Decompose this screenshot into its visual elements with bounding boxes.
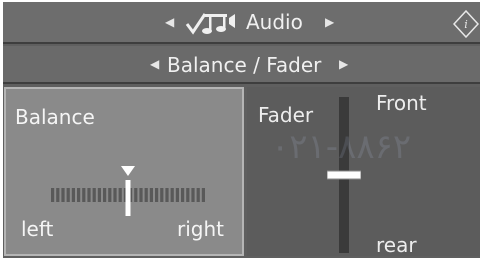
- fader-slider[interactable]: [327, 97, 361, 253]
- svg-text:i: i: [464, 18, 468, 31]
- balance-tick: [201, 188, 205, 202]
- sub-next-arrow-icon[interactable]: ▶: [339, 57, 348, 71]
- balance-tick: [66, 188, 70, 202]
- header-bar: ◀ Audio ▶ i: [3, 2, 480, 44]
- balance-tick: [149, 188, 153, 202]
- balance-tick: [139, 188, 143, 202]
- fader-rear-label: rear: [376, 233, 417, 257]
- balance-tick: [186, 188, 190, 202]
- subheader-title: Balance / Fader: [167, 53, 322, 77]
- balance-tick: [92, 188, 96, 202]
- balance-tick: [170, 188, 174, 202]
- balance-right-label: right: [177, 217, 224, 241]
- balance-tick: [108, 188, 112, 202]
- balance-tick: [191, 188, 195, 202]
- balance-tick: [134, 188, 138, 202]
- balance-panel[interactable]: Balance left right: [4, 87, 244, 256]
- balance-tick: [87, 188, 91, 202]
- balance-tick: [71, 188, 75, 202]
- header-title: Audio: [246, 10, 303, 34]
- balance-tick: [61, 188, 65, 202]
- fader-front-label: Front: [376, 91, 427, 115]
- sub-prev-arrow-icon[interactable]: ◀: [150, 57, 159, 71]
- fader-label: Fader: [258, 103, 314, 127]
- audio-note-icon: [185, 13, 235, 35]
- balance-tick: [144, 188, 148, 202]
- audio-screen: ◀ Audio ▶ i ◀ Balance / Fader ▶ Balance …: [3, 2, 480, 258]
- fader-panel[interactable]: Fader Front rear: [247, 87, 480, 257]
- balance-tick: [77, 188, 81, 202]
- balance-tick: [82, 188, 86, 202]
- prev-arrow-icon[interactable]: ◀: [165, 15, 174, 29]
- next-arrow-icon[interactable]: ▶: [325, 15, 334, 29]
- balance-tick: [51, 188, 55, 202]
- balance-pointer-icon: [121, 166, 135, 176]
- info-icon[interactable]: i: [453, 10, 479, 38]
- balance-tick: [165, 188, 169, 202]
- balance-tick: [113, 188, 117, 202]
- balance-tick: [181, 188, 185, 202]
- balance-tick: [118, 188, 122, 202]
- balance-tick: [160, 188, 164, 202]
- subheader-bar: ◀ Balance / Fader ▶: [3, 46, 480, 84]
- balance-tick: [175, 188, 179, 202]
- balance-tick: [155, 188, 159, 202]
- balance-tick: [103, 188, 107, 202]
- balance-left-label: left: [21, 217, 54, 241]
- balance-slider[interactable]: [46, 166, 206, 216]
- balance-tick: [196, 188, 200, 202]
- fader-slider-thumb[interactable]: [327, 170, 361, 180]
- balance-label: Balance: [15, 105, 95, 129]
- balance-tick: [56, 188, 60, 202]
- balance-tick: [97, 188, 101, 202]
- balance-slider-thumb[interactable]: [125, 180, 131, 216]
